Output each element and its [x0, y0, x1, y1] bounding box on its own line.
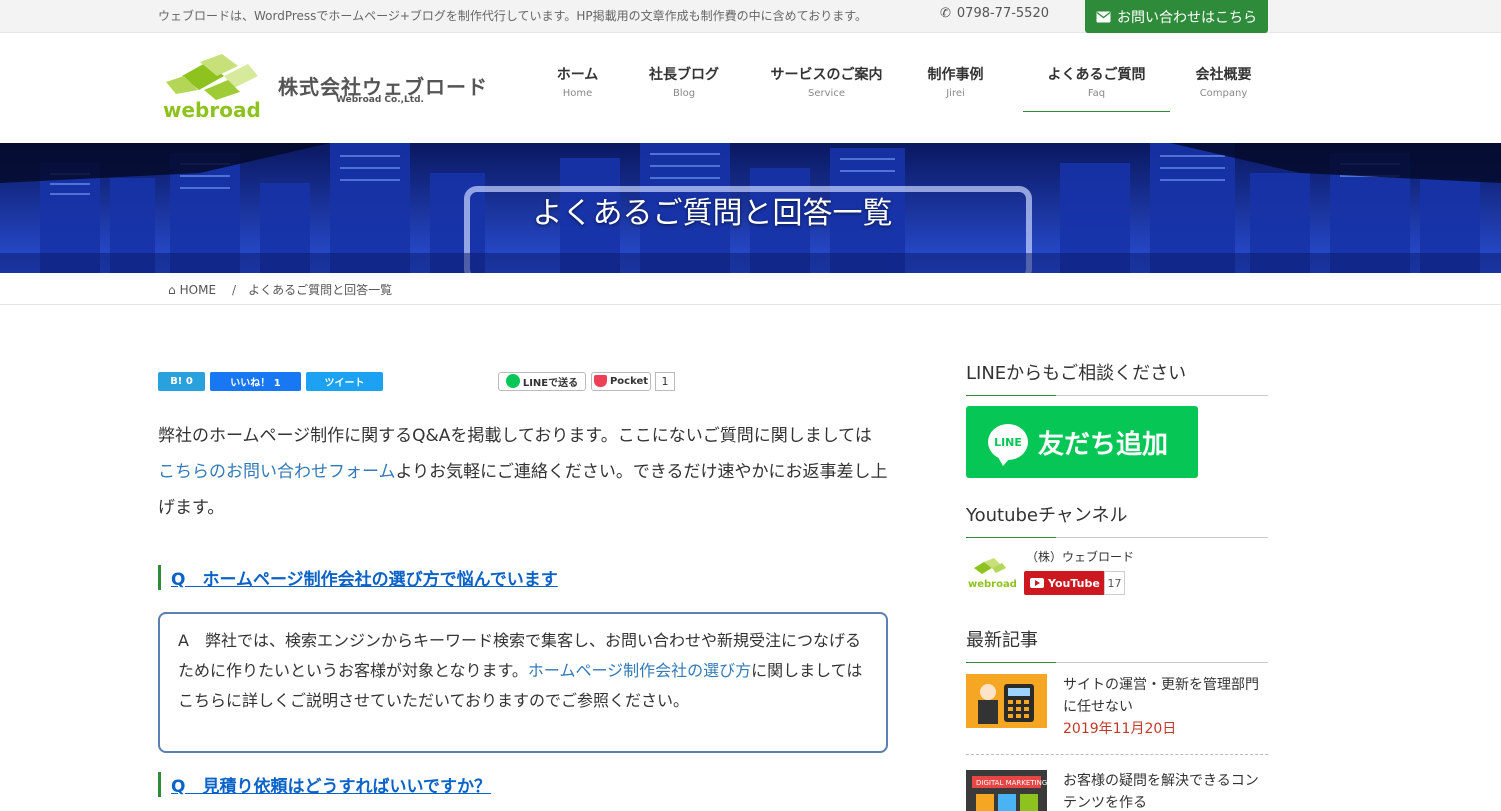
contact-button[interactable]: お問い合わせはこちら	[1085, 0, 1268, 33]
youtube-button-label: YouTube	[1048, 576, 1100, 590]
main-nav: ホーム Home 社長ブログ Blog サービスのご案内 Service 制作事…	[530, 34, 1277, 143]
nav-label: サービスのご案内	[770, 67, 883, 83]
svg-text:webroad: webroad	[968, 579, 1016, 590]
youtube-subscriber-count: 17	[1104, 571, 1125, 595]
pocket-icon	[593, 375, 607, 387]
nav-sublabel: Jirei	[946, 88, 965, 99]
post-thumbnail: DIGITAL MARKETING	[966, 770, 1047, 811]
contact-button-label: お問い合わせはこちら	[1117, 9, 1257, 26]
pocket-button[interactable]: Pocket	[591, 371, 651, 391]
pocket-count: 1	[655, 371, 675, 391]
faq-question-2[interactable]: Q 見積り依頼はどうすればいいですか？	[158, 772, 888, 797]
intro-text: 弊社のホームページ制作に関するQ&Aを掲載しております。ここにないご質問に関しま…	[158, 418, 888, 526]
phone-number[interactable]: ✆ 0798-77-5520	[940, 6, 1049, 21]
twitter-tweet-button[interactable]: ツイート	[306, 371, 383, 391]
nav-sublabel: Company	[1199, 88, 1248, 99]
phone-icon: ✆	[940, 6, 951, 21]
nav-label: よくあるご質問	[1047, 67, 1146, 83]
channel-avatar: webroad	[968, 558, 1016, 590]
nav-label: ホーム	[556, 67, 599, 83]
page-title: よくあるご質問と回答一覧	[532, 196, 893, 231]
sidebar-heading-latest: 最新記事	[966, 626, 1268, 663]
post-title[interactable]: サイトの運営・更新を管理部門に任せない	[1063, 674, 1268, 718]
post-thumbnail	[966, 674, 1047, 728]
envelope-icon	[1096, 11, 1111, 22]
line-add-friend-button[interactable]: LINE 友だち追加	[966, 406, 1198, 478]
hero-banner: よくあるご質問と回答一覧	[0, 143, 1501, 273]
breadcrumb-home-link[interactable]: HOME	[180, 283, 216, 297]
line-bubble-icon: LINE	[988, 424, 1028, 466]
nav-company[interactable]: 会社概要 Company	[1170, 34, 1277, 112]
phone-text: 0798-77-5520	[956, 6, 1049, 21]
nav-jirei[interactable]: 制作事例 Jirei	[910, 34, 1001, 112]
post-date: 2019年11月20日	[1063, 721, 1177, 737]
nav-sublabel: Faq	[1087, 88, 1106, 99]
line-icon	[505, 374, 520, 388]
nav-home[interactable]: ホーム Home	[530, 34, 625, 112]
nav-faq[interactable]: よくあるご質問 Faq	[1023, 34, 1170, 112]
nav-sublabel: Service	[808, 88, 845, 99]
sidebar-heading-youtube: Youtubeチャンネル	[966, 501, 1268, 538]
nav-blog[interactable]: 社長ブログ Blog	[625, 34, 743, 112]
faq-answer-link[interactable]: ホームページ制作会社の選び方	[528, 661, 751, 680]
youtube-widget: webroad （株）ウェブロード YouTube 17	[966, 548, 1268, 598]
sidebar-heading-line: LINEからもご相談ください	[966, 359, 1268, 396]
latest-post-1[interactable]: サイトの運営・更新を管理部門に任せない 2019年11月20日	[966, 674, 1268, 744]
post-title[interactable]: お客様の疑問を解決できるコンテンツを作る	[1063, 770, 1268, 811]
nav-service[interactable]: サービスのご案内 Service	[743, 34, 910, 112]
intro-text-before: 弊社のホームページ制作に関するQ&Aを掲載しております。ここにないご質問に関しま…	[158, 426, 872, 446]
top-bar: ウェブロードは、WordPressでホームページ+ブログを制作代行しています。H…	[0, 0, 1501, 33]
company-name-en: Webroad Co.,Ltd.	[336, 95, 424, 105]
post-divider	[966, 754, 1268, 755]
line-add-friend-label: 友だち追加	[1038, 429, 1169, 460]
nav-sublabel: Home	[562, 88, 593, 99]
nav-label: 社長ブログ	[649, 67, 719, 83]
faq-question-1[interactable]: Q ホームページ制作会社の選び方で悩んでいます	[158, 565, 888, 590]
breadcrumb: ⌂ HOME / よくあるご質問と回答一覧	[0, 273, 1501, 305]
logo-wordmark: webroad	[163, 98, 261, 122]
pocket-label: Pocket	[609, 375, 649, 387]
nav-label: 制作事例	[927, 67, 984, 83]
hatena-bookmark-button[interactable]: B! 0	[158, 371, 205, 391]
site-tagline: ウェブロードは、WordPressでホームページ+ブログを制作代行しています。H…	[158, 9, 868, 23]
line-share-button[interactable]: LINEで送る	[498, 371, 586, 391]
breadcrumb-separator: /	[232, 282, 237, 297]
latest-post-2[interactable]: DIGITAL MARKETING お客様の疑問を解決できるコンテンツを作る	[966, 770, 1268, 811]
home-icon: ⌂	[168, 282, 176, 297]
youtube-play-icon	[1030, 578, 1044, 588]
thumbnail-caption: DIGITAL MARKETING	[976, 779, 1047, 787]
facebook-like-button[interactable]: いいね！ 1	[210, 371, 301, 391]
line-share-label: LINEで送る	[522, 377, 579, 389]
nav-label: 会社概要	[1195, 67, 1252, 83]
contact-form-link[interactable]: こちらのお問い合わせフォーム	[158, 462, 396, 482]
breadcrumb-current: よくあるご質問と回答一覧	[248, 283, 393, 297]
faq-answer-1: A 弊社では、検索エンジンからキーワード検索で集客し、お問い合わせや新規受注につ…	[158, 612, 888, 753]
share-buttons: B! 0 いいね！ 1 ツイート LINEで送る Pocket 1	[158, 371, 675, 391]
youtube-subscribe-button[interactable]: YouTube	[1024, 571, 1105, 595]
nav-sublabel: Blog	[672, 88, 696, 99]
youtube-channel-name[interactable]: （株）ウェブロード	[1026, 548, 1134, 565]
